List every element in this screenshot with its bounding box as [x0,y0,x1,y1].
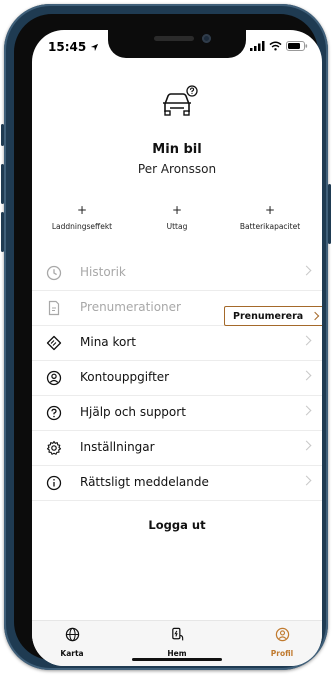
status-indicators [250,41,308,51]
nav-item-home[interactable]: Hem [142,627,212,658]
menu-item-label: Mina kort [80,335,136,349]
menu-item-label: Kontouppgifter [80,370,170,384]
card-icon [46,335,62,351]
nav-item-profile[interactable]: Profil [247,627,317,658]
home-indicator[interactable] [132,658,222,661]
chevron-right-icon [301,475,312,486]
chevron-right-icon [301,370,312,381]
status-time: 15:45 [48,40,99,54]
user-icon [46,370,62,386]
add-battery-capacity[interactable]: + Batterikapacitet [222,204,318,231]
chevron-right-icon [301,440,312,451]
app-screen: 15:45 Min bil Per Aronsson + Laddningsef… [32,30,322,666]
add-item-label: Batterikapacitet [239,222,301,231]
menu-item-label: Prenumerationer [80,300,181,314]
menu-item-settings[interactable]: Inställningar [32,431,322,466]
volume-down-button [1,212,4,252]
add-item-label: Uttag [166,222,188,231]
add-item-label: Laddningseffekt [51,222,113,231]
profile-menu: Historik Prenumerationer Mina kort Konto… [32,256,322,501]
chevron-right-icon [301,335,312,346]
globe-icon [65,627,79,642]
chevron-right-icon [310,311,320,321]
mute-switch [1,124,4,146]
document-icon [48,300,60,316]
plus-icon: + [171,203,183,217]
menu-item-help-support[interactable]: Hjälp och support [32,396,322,431]
menu-item-account-details[interactable]: Kontouppgifter [32,361,322,396]
plus-icon: + [264,203,276,217]
nav-label: Hem [167,649,187,658]
page-title: Min bil [152,142,202,157]
menu-item-label: Rättsligt meddelande [80,475,209,489]
help-icon [46,405,62,421]
chevron-right-icon [301,265,312,276]
gear-icon [46,440,62,455]
signal-icon [250,41,265,51]
charger-icon [171,627,183,641]
nav-item-map[interactable]: Karta [37,627,107,658]
power-button [328,184,331,244]
logout-button[interactable]: Logga ut [32,518,322,532]
menu-item-label: Hjälp och support [80,405,186,419]
menu-item-my-cards[interactable]: Mina kort [32,326,322,361]
car-icon [163,85,198,116]
menu-item-legal-notice[interactable]: Rättsligt meddelande [32,466,322,501]
subscribe-button[interactable]: Prenumerera [224,306,322,326]
menu-item-history[interactable]: Historik [32,256,322,291]
plus-icon: + [76,203,88,217]
nav-label: Karta [60,649,84,658]
chevron-right-icon [301,405,312,416]
wifi-icon [269,41,282,51]
subscribe-button-label: Prenumerera [233,310,304,322]
phone-bezel: 15:45 Min bil Per Aronsson + Laddningsef… [14,14,322,666]
nav-label: Profil [270,649,294,658]
profile-icon [275,627,289,642]
location-arrow-icon [91,43,99,52]
clock-icon [46,265,62,281]
add-outlet[interactable]: + Uttag [129,204,225,231]
user-name: Per Aronsson [137,162,217,176]
phone-frame: 15:45 Min bil Per Aronsson + Laddningsef… [1,4,331,670]
camera-notch [108,30,246,58]
battery-icon [286,41,308,51]
volume-up-button [1,164,4,204]
menu-item-label: Historik [80,265,126,279]
menu-item-label: Inställningar [80,440,155,454]
add-charging-power[interactable]: + Laddningseffekt [34,204,130,231]
info-icon [46,475,62,491]
